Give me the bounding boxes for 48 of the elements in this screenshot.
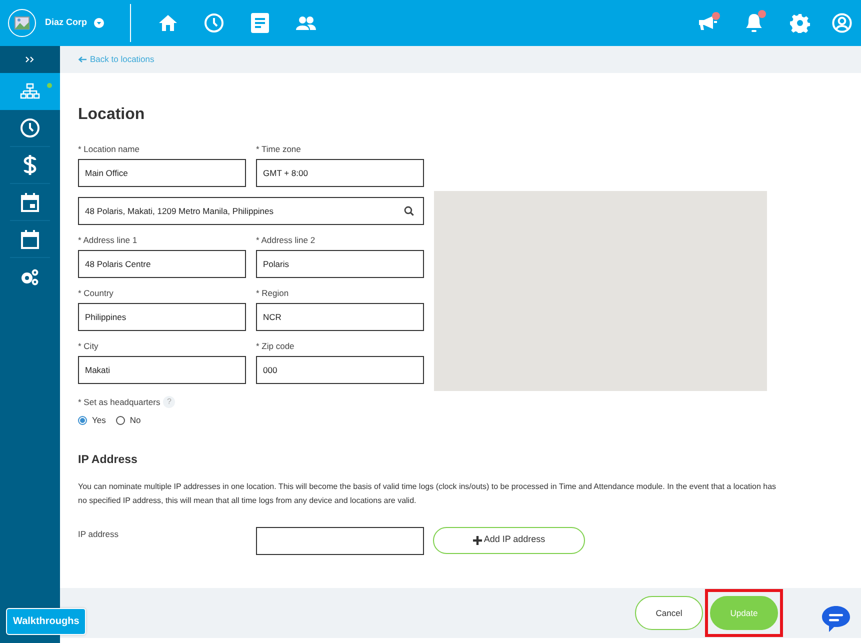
dollar-icon — [23, 154, 37, 176]
field-label: * Address line 2 — [256, 235, 316, 246]
input-field[interactable]: Polaris — [256, 250, 424, 278]
megaphone-icon[interactable] — [698, 15, 718, 31]
radio-option[interactable]: Yes — [78, 414, 106, 427]
input-field[interactable]: Main Office — [78, 159, 246, 188]
arrow-left-icon — [78, 56, 87, 63]
input-field[interactable]: Philippines — [78, 303, 246, 332]
field-label: * Time zone — [256, 144, 302, 156]
user-icon[interactable] — [832, 13, 852, 33]
dropdown-icon[interactable] — [94, 18, 104, 28]
field-label: * Address line 1 — [78, 235, 138, 246]
chat-icon[interactable] — [821, 605, 851, 633]
settings-icon[interactable] — [790, 13, 810, 33]
field-label: * Region — [256, 288, 290, 300]
field-label: IP address — [78, 528, 120, 540]
plus-icon — [472, 536, 482, 545]
clock-icon[interactable] — [204, 13, 224, 33]
description-text: You can nominate multiple IP addresses in one location. This will become the basis of valid time logs (clock ins/outs) to be processed in Time and Attendance module. In the event that a location has no specified IP address, this will mean that all time logs from any device and locations are valid. — [78, 480, 778, 507]
radio-option[interactable]: No — [116, 414, 141, 427]
calendar-icon — [21, 192, 39, 212]
bell-icon[interactable] — [745, 13, 763, 33]
field-label: * Country — [78, 288, 114, 300]
input-field[interactable] — [256, 526, 424, 555]
field-label: * Location name — [78, 144, 140, 156]
people-icon[interactable] — [296, 16, 316, 30]
input-field[interactable]: NCR — [256, 303, 424, 332]
expand-icon[interactable] — [25, 56, 35, 63]
input-field[interactable]: 48 Polaris Centre — [78, 250, 246, 278]
add-ip-button[interactable]: Add IP address — [433, 526, 585, 554]
calendar-icon — [21, 230, 39, 248]
section-title: IP Address — [78, 454, 138, 468]
page-title: Location — [78, 105, 146, 124]
home-icon[interactable] — [158, 14, 178, 32]
cancel-button[interactable]: Cancel — [635, 596, 703, 630]
logo-icon[interactable] — [8, 9, 36, 37]
clock-icon — [20, 118, 40, 138]
field-label: * Set as headquarters — [78, 396, 160, 408]
gears-icon — [20, 268, 40, 286]
field-label: * Zip code — [256, 341, 296, 352]
search-field[interactable]: 48 Polaris, Makati, 1209 Metro Manila, Philippines — [78, 197, 424, 226]
hierarchy-icon — [20, 82, 40, 100]
document-icon[interactable] — [251, 13, 270, 33]
input-field[interactable]: Makati — [78, 356, 246, 384]
search-icon[interactable] — [404, 206, 414, 216]
input-field[interactable]: GMT + 8:00 — [256, 159, 424, 188]
field-label: * City — [78, 341, 100, 352]
input-field[interactable]: 000 — [256, 356, 424, 384]
